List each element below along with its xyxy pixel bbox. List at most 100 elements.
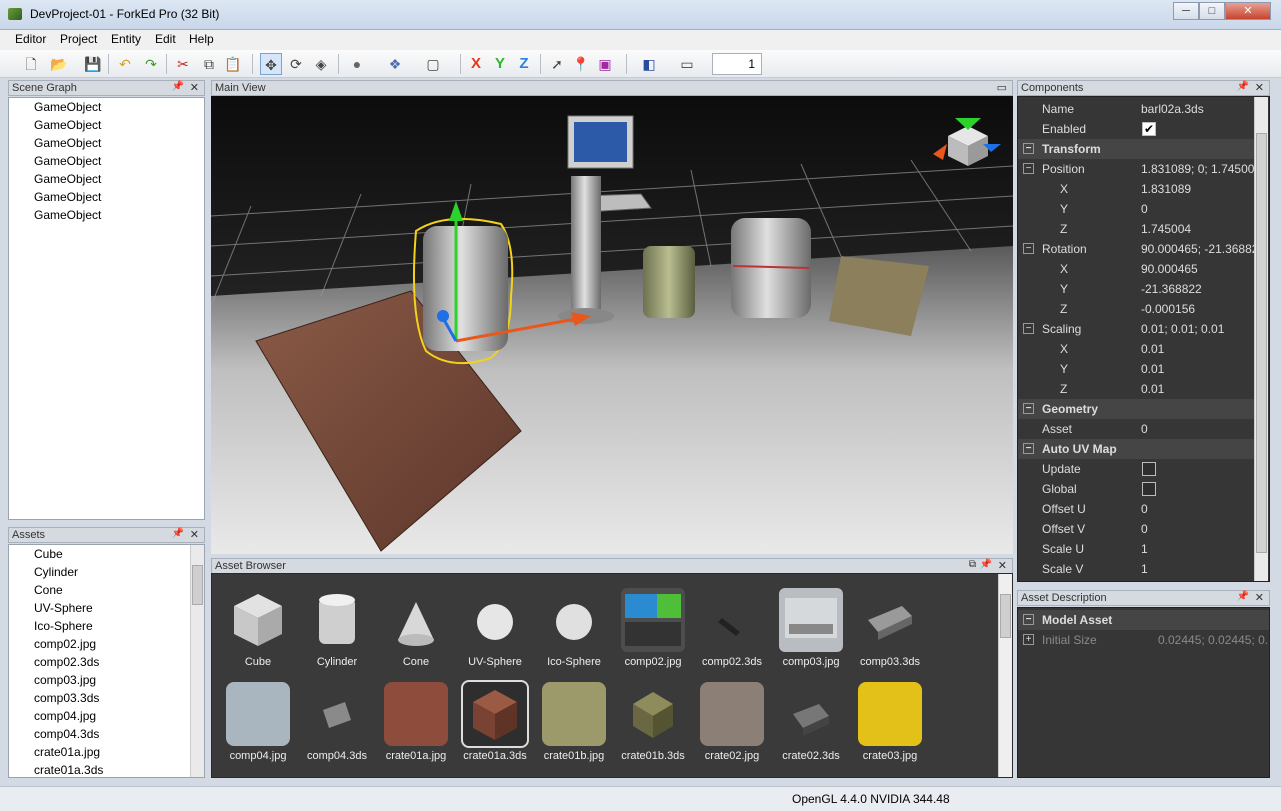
close-panel-icon[interactable]: ✕ [1255, 81, 1264, 94]
property-row[interactable]: Offset V 0 [1018, 519, 1254, 539]
close-panel-icon[interactable]: ✕ [1255, 591, 1264, 604]
property-value[interactable]: 1.831089; 0; 1.745004 [1141, 159, 1254, 179]
menu-entity[interactable]: Entity [111, 32, 141, 46]
expand-icon[interactable]: + [1023, 634, 1034, 645]
collapse-icon[interactable]: − [1023, 323, 1034, 334]
asset-item[interactable]: Cylinder [9, 563, 204, 581]
open-folder-icon[interactable]: 📂 [48, 53, 70, 75]
main-viewport[interactable] [211, 96, 1013, 554]
layers-icon[interactable]: ◧ [638, 53, 660, 75]
asset-item[interactable]: comp03.3ds [9, 689, 204, 707]
property-value[interactable]: -21.368822 [1141, 279, 1254, 299]
scale-tool-icon[interactable]: ◈ [310, 53, 332, 75]
pin-icon[interactable]: 📌 [172, 81, 184, 92]
frame-tool-icon[interactable]: ▢ [422, 53, 444, 75]
undo-icon[interactable]: ↶ [114, 53, 136, 75]
property-row[interactable]: Scale U 1 [1018, 539, 1254, 559]
asset-item[interactable]: Cube [9, 545, 204, 563]
asset-thumb-comp02-jpg[interactable] [621, 588, 685, 652]
property-value[interactable]: 90.000465 [1141, 259, 1254, 279]
axis-y-button[interactable]: Y [490, 53, 510, 75]
property-row[interactable]: − Position 1.831089; 0; 1.745004 [1018, 159, 1254, 179]
asset-thumb-cylinder[interactable] [305, 588, 369, 652]
sphere-tool-icon[interactable]: ● [346, 53, 368, 75]
asset-thumb-crate02-3ds[interactable] [779, 682, 843, 746]
property-value[interactable]: 0.01 [1141, 359, 1254, 379]
asset-thumb-comp03-3ds[interactable] [858, 588, 922, 652]
axis-x-button[interactable]: X [466, 53, 486, 75]
asset-item[interactable]: UV-Sphere [9, 599, 204, 617]
property-row[interactable]: Y 0.01 [1018, 359, 1254, 379]
property-category[interactable]: − Geometry [1018, 399, 1254, 419]
collapse-icon[interactable]: − [1023, 614, 1034, 625]
move-tool-icon[interactable]: ✥ [260, 53, 282, 75]
pin-icon[interactable]: 📍 [570, 53, 592, 75]
property-row[interactable]: Z 1.745004 [1018, 219, 1254, 239]
property-value[interactable]: 1 [1141, 539, 1254, 559]
property-category[interactable]: − Auto UV Map [1018, 439, 1254, 459]
asset-item[interactable]: comp03.jpg [9, 671, 204, 689]
scene-item[interactable]: GameObject [9, 188, 204, 206]
property-value[interactable]: 0.01 [1141, 339, 1254, 359]
asset-thumb-uv-sphere[interactable] [463, 588, 527, 652]
property-value[interactable]: 0 [1141, 499, 1254, 519]
asset-item[interactable]: comp02.3ds [9, 653, 204, 671]
property-row[interactable]: Offset U 0 [1018, 499, 1254, 519]
pin-icon[interactable]: 📌 [1237, 591, 1249, 602]
select-icon[interactable]: ➚ [546, 53, 568, 75]
maximize-button[interactable]: □ [1199, 2, 1225, 20]
close-panel-icon[interactable]: ✕ [190, 81, 199, 94]
scene-item[interactable]: GameObject [9, 98, 204, 116]
pin-icon[interactable]: 📌 [1237, 81, 1249, 92]
property-value[interactable]: 1.745004 [1141, 219, 1254, 239]
property-row[interactable]: Asset 0 [1018, 419, 1254, 439]
collapse-icon[interactable]: − [1023, 443, 1034, 454]
property-value[interactable]: barl02a.3ds [1141, 99, 1254, 119]
property-row[interactable]: Scale V 1 [1018, 559, 1254, 579]
shapes-tool-icon[interactable]: ❖ [384, 53, 406, 75]
property-row[interactable]: − Rotation 90.000465; -21.368822 [1018, 239, 1254, 259]
property-value[interactable]: 90.000465; -21.368822 [1141, 239, 1254, 259]
rotate-tool-icon[interactable]: ⟳ [285, 53, 307, 75]
checkbox[interactable] [1142, 482, 1156, 496]
pin-icon[interactable]: 📌 [172, 528, 184, 539]
scene-item[interactable]: GameObject [9, 116, 204, 134]
property-value[interactable]: 0.01; 0.01; 0.01 [1141, 319, 1254, 339]
property-row[interactable]: Enabled ✔ [1018, 119, 1254, 139]
checkbox[interactable]: ✔ [1142, 122, 1156, 136]
property-value[interactable]: 0 [1141, 199, 1254, 219]
material-icon[interactable]: ▣ [594, 53, 616, 75]
axis-z-button[interactable]: Z [514, 53, 534, 75]
asset-item[interactable]: comp02.jpg [9, 635, 204, 653]
collapse-icon[interactable]: − [1023, 403, 1034, 414]
maximize-panel-icon[interactable]: ▭ [997, 81, 1007, 94]
collapse-icon[interactable]: − [1023, 163, 1034, 174]
asset-item[interactable]: crate01a.3ds [9, 761, 204, 777]
minimize-button[interactable]: ─ [1173, 2, 1199, 20]
save-icon[interactable]: 💾 [82, 53, 104, 75]
components-scrollbar[interactable] [1254, 97, 1268, 581]
property-row[interactable]: Y0 [1018, 199, 1254, 219]
count-stepper[interactable]: 1 [712, 53, 762, 75]
property-row[interactable]: X 90.000465 [1018, 259, 1254, 279]
property-value[interactable]: 1 [1141, 559, 1254, 579]
asset-thumb-comp02-3ds[interactable] [700, 588, 764, 652]
property-row[interactable]: Y -21.368822 [1018, 279, 1254, 299]
close-panel-icon[interactable]: ✕ [190, 528, 199, 541]
asset-thumb-crate03-jpg[interactable] [858, 682, 922, 746]
asset-thumb-comp04-3ds[interactable] [305, 682, 369, 746]
collapse-icon[interactable]: − [1023, 243, 1034, 254]
asset-item[interactable]: Cone [9, 581, 204, 599]
menu-edit[interactable]: Edit [155, 32, 176, 46]
property-row[interactable]: X 1.831089 [1018, 179, 1254, 199]
property-value[interactable]: 0.01 [1141, 379, 1254, 399]
asset-thumb-crate01a-3ds[interactable] [461, 680, 529, 748]
asset-thumb-comp04-jpg[interactable] [226, 682, 290, 746]
asset-thumb-crate01a-jpg[interactable] [384, 682, 448, 746]
property-row[interactable]: Global [1018, 479, 1254, 499]
scene-item[interactable]: GameObject [9, 170, 204, 188]
property-row[interactable]: Z 0.01 [1018, 379, 1254, 399]
asset-thumb-crate02-jpg[interactable] [700, 682, 764, 746]
property-row[interactable]: − Scaling 0.01; 0.01; 0.01 [1018, 319, 1254, 339]
property-category[interactable]: − Transform [1018, 139, 1254, 159]
